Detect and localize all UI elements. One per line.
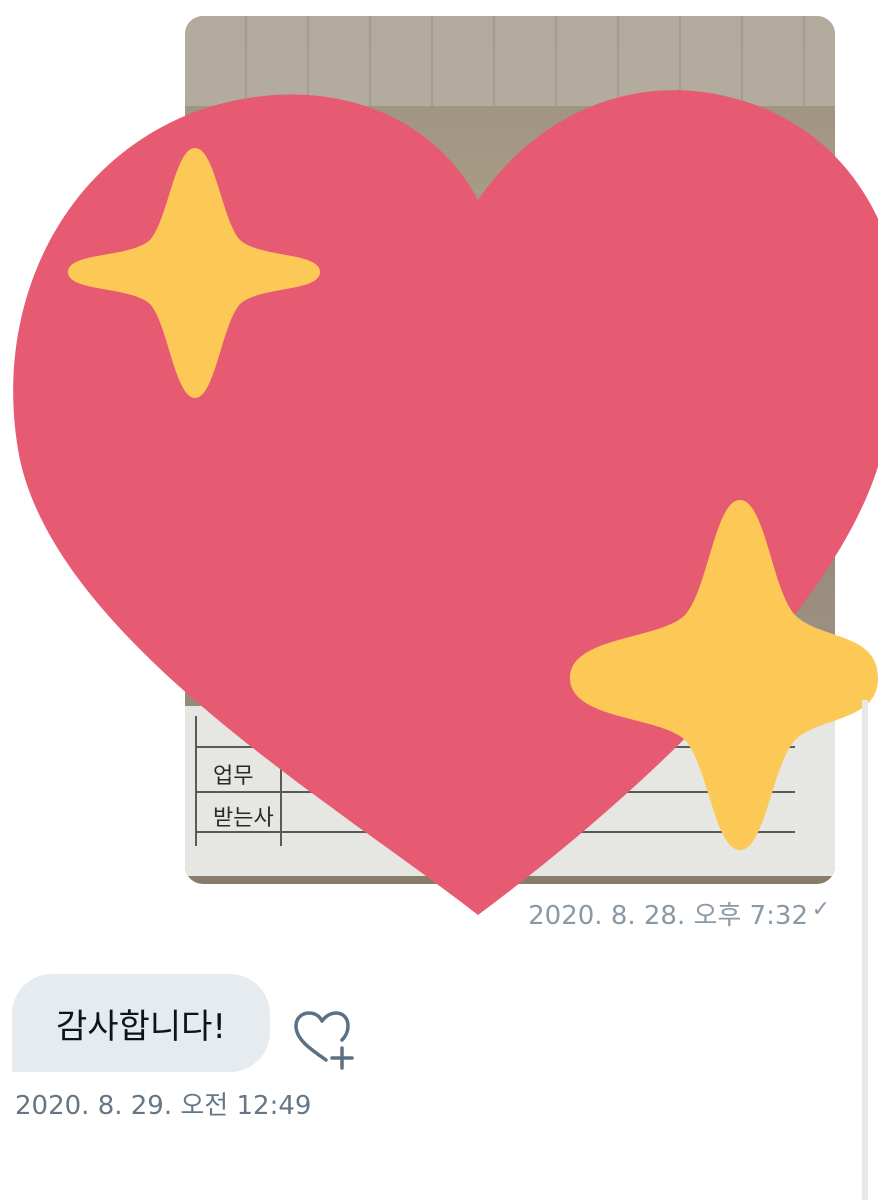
check-icon: ✓ [811, 897, 830, 922]
sparkling-heart-reaction-icon [13, 90, 878, 915]
heart-plus-icon[interactable] [292, 1010, 356, 1070]
incoming-message-bubble[interactable]: 감사합니다! [12, 974, 270, 1072]
incoming-message-text: 감사합니다! [55, 1006, 227, 1047]
incoming-timestamp: 2020. 8. 29. 오전 12:49 [15, 1091, 312, 1121]
scrollbar[interactable] [862, 700, 868, 1200]
outgoing-timestamp: 2020. 8. 28. 오후 7:32 [528, 901, 808, 931]
